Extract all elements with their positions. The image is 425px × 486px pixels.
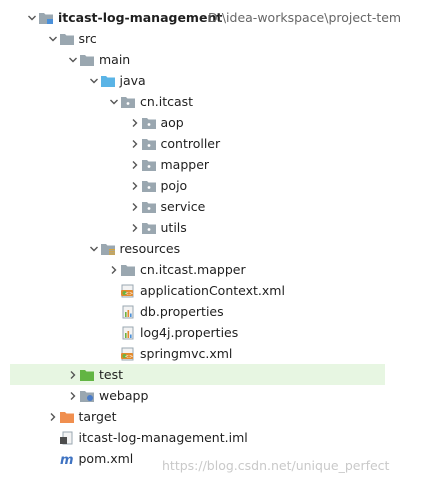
chevron-down-icon[interactable] — [88, 75, 100, 87]
svg-text:<>: <> — [125, 354, 133, 360]
tree-row[interactable]: itcast-log-management D:\idea-workspace\p… — [0, 7, 425, 28]
folder-icon — [79, 53, 95, 67]
tree-item-label: db.properties — [140, 304, 224, 319]
tree-row[interactable]: controller — [0, 133, 425, 154]
iml-file-icon — [59, 431, 75, 445]
tree-item-label: pojo — [160, 178, 188, 193]
tree-row[interactable]: test — [10, 364, 385, 385]
svg-text:<>: <> — [125, 291, 133, 297]
chevron-down-icon[interactable] — [67, 54, 79, 66]
tree-row[interactable]: target — [0, 406, 425, 427]
excluded-folder-icon — [59, 410, 75, 424]
tree-row[interactable]: itcast-log-management.iml — [0, 427, 425, 448]
tree-row[interactable]: java — [0, 70, 425, 91]
chevron-right-icon[interactable] — [67, 390, 79, 402]
tree-item-label: cn.itcast.mapper — [140, 262, 246, 277]
tree-item-label: resources — [119, 241, 181, 256]
svg-text:m: m — [60, 453, 74, 466]
tree-item-label: src — [78, 31, 97, 46]
tree-row[interactable]: src — [0, 28, 425, 49]
tree-row[interactable]: log4j.properties — [0, 322, 425, 343]
package-icon — [141, 137, 157, 151]
chevron-right-icon[interactable] — [67, 369, 79, 381]
tree-item-label: java — [119, 73, 146, 88]
chevron-right-icon[interactable] — [129, 159, 141, 171]
project-path: D:\idea-workspace\project-tem — [208, 10, 402, 25]
chevron-down-icon[interactable] — [47, 33, 59, 45]
package-icon — [120, 95, 136, 109]
tree-item-label: cn.itcast — [140, 94, 194, 109]
chevron-right-icon[interactable] — [129, 138, 141, 150]
tree-row[interactable]: cn.itcast — [0, 91, 425, 112]
tree-row[interactable]: main — [0, 49, 425, 70]
tree-item-label: utils — [160, 220, 187, 235]
tree-item-label: target — [78, 409, 117, 424]
folder-icon — [120, 263, 136, 277]
chevron-right-icon[interactable] — [47, 411, 59, 423]
folder-icon — [59, 32, 75, 46]
module-folder-icon — [38, 11, 54, 25]
tree-item-label: pom.xml — [78, 451, 134, 466]
web-folder-icon — [79, 389, 95, 403]
tree-row[interactable]: aop — [0, 112, 425, 133]
tree-item-label: aop — [160, 115, 184, 130]
package-icon — [141, 221, 157, 235]
tree-row[interactable]: db.properties — [0, 301, 425, 322]
tree-item-label: webapp — [99, 388, 149, 403]
tree-row[interactable]: service — [0, 196, 425, 217]
package-icon — [141, 200, 157, 214]
chevron-right-icon[interactable] — [129, 180, 141, 192]
tree-item-label: controller — [160, 136, 221, 151]
tree-item-label: service — [160, 199, 206, 214]
chevron-down-icon[interactable] — [108, 96, 120, 108]
tree-item-label: applicationContext.xml — [140, 283, 285, 298]
chevron-right-icon[interactable] — [129, 117, 141, 129]
tree-row[interactable]: <> applicationContext.xml — [0, 280, 425, 301]
chevron-down-icon[interactable] — [26, 12, 38, 24]
chevron-right-icon[interactable] — [108, 264, 120, 276]
spring-xml-icon: <> — [120, 284, 136, 298]
chevron-right-icon[interactable] — [129, 201, 141, 213]
tree-row[interactable]: webapp — [0, 385, 425, 406]
package-icon — [141, 116, 157, 130]
tree-row[interactable]: resources — [0, 238, 425, 259]
test-folder-icon — [79, 368, 95, 382]
tree-item-label: log4j.properties — [140, 325, 239, 340]
source-root-folder-icon — [100, 74, 116, 88]
tree-item-label: test — [99, 367, 124, 382]
spring-xml-icon: <> — [120, 347, 136, 361]
tree-row[interactable]: pojo — [0, 175, 425, 196]
package-icon — [141, 158, 157, 172]
tree-row[interactable]: <> springmvc.xml — [0, 343, 425, 364]
maven-icon: m — [59, 452, 75, 466]
tree-item-label: springmvc.xml — [140, 346, 233, 361]
properties-file-icon — [120, 326, 136, 340]
tree-item-label: mapper — [160, 157, 210, 172]
properties-file-icon — [120, 305, 136, 319]
tree-row[interactable]: utils — [0, 217, 425, 238]
watermark: https://blog.csdn.net/unique_perfect — [162, 458, 390, 473]
tree-row[interactable]: mapper — [0, 154, 425, 175]
resources-folder-icon — [100, 242, 116, 256]
tree-item-label: main — [99, 52, 131, 67]
tree-item-label: itcast-log-management.iml — [78, 430, 248, 445]
tree-item-label: itcast-log-management — [58, 10, 223, 25]
chevron-right-icon[interactable] — [129, 222, 141, 234]
chevron-down-icon[interactable] — [88, 243, 100, 255]
package-icon — [141, 179, 157, 193]
tree-row[interactable]: cn.itcast.mapper — [0, 259, 425, 280]
